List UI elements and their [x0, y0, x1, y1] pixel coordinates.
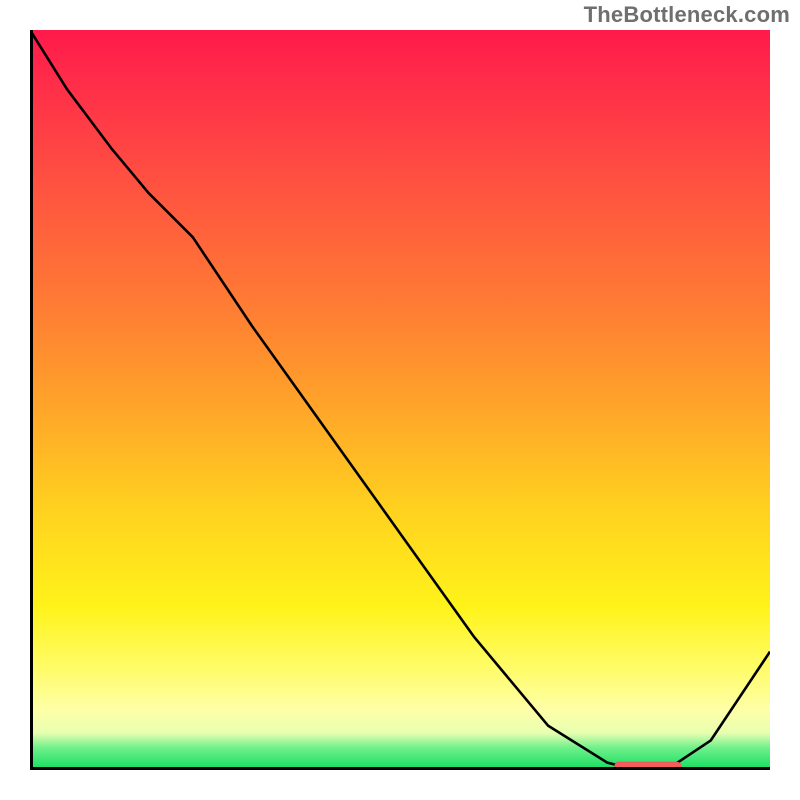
attribution-text: TheBottleneck.com [584, 2, 790, 28]
chart-container: TheBottleneck.com [0, 0, 800, 800]
plot-area [30, 30, 770, 770]
optimal-marker [615, 762, 682, 770]
curve-layer [30, 30, 770, 770]
bottleneck-curve [30, 30, 770, 770]
